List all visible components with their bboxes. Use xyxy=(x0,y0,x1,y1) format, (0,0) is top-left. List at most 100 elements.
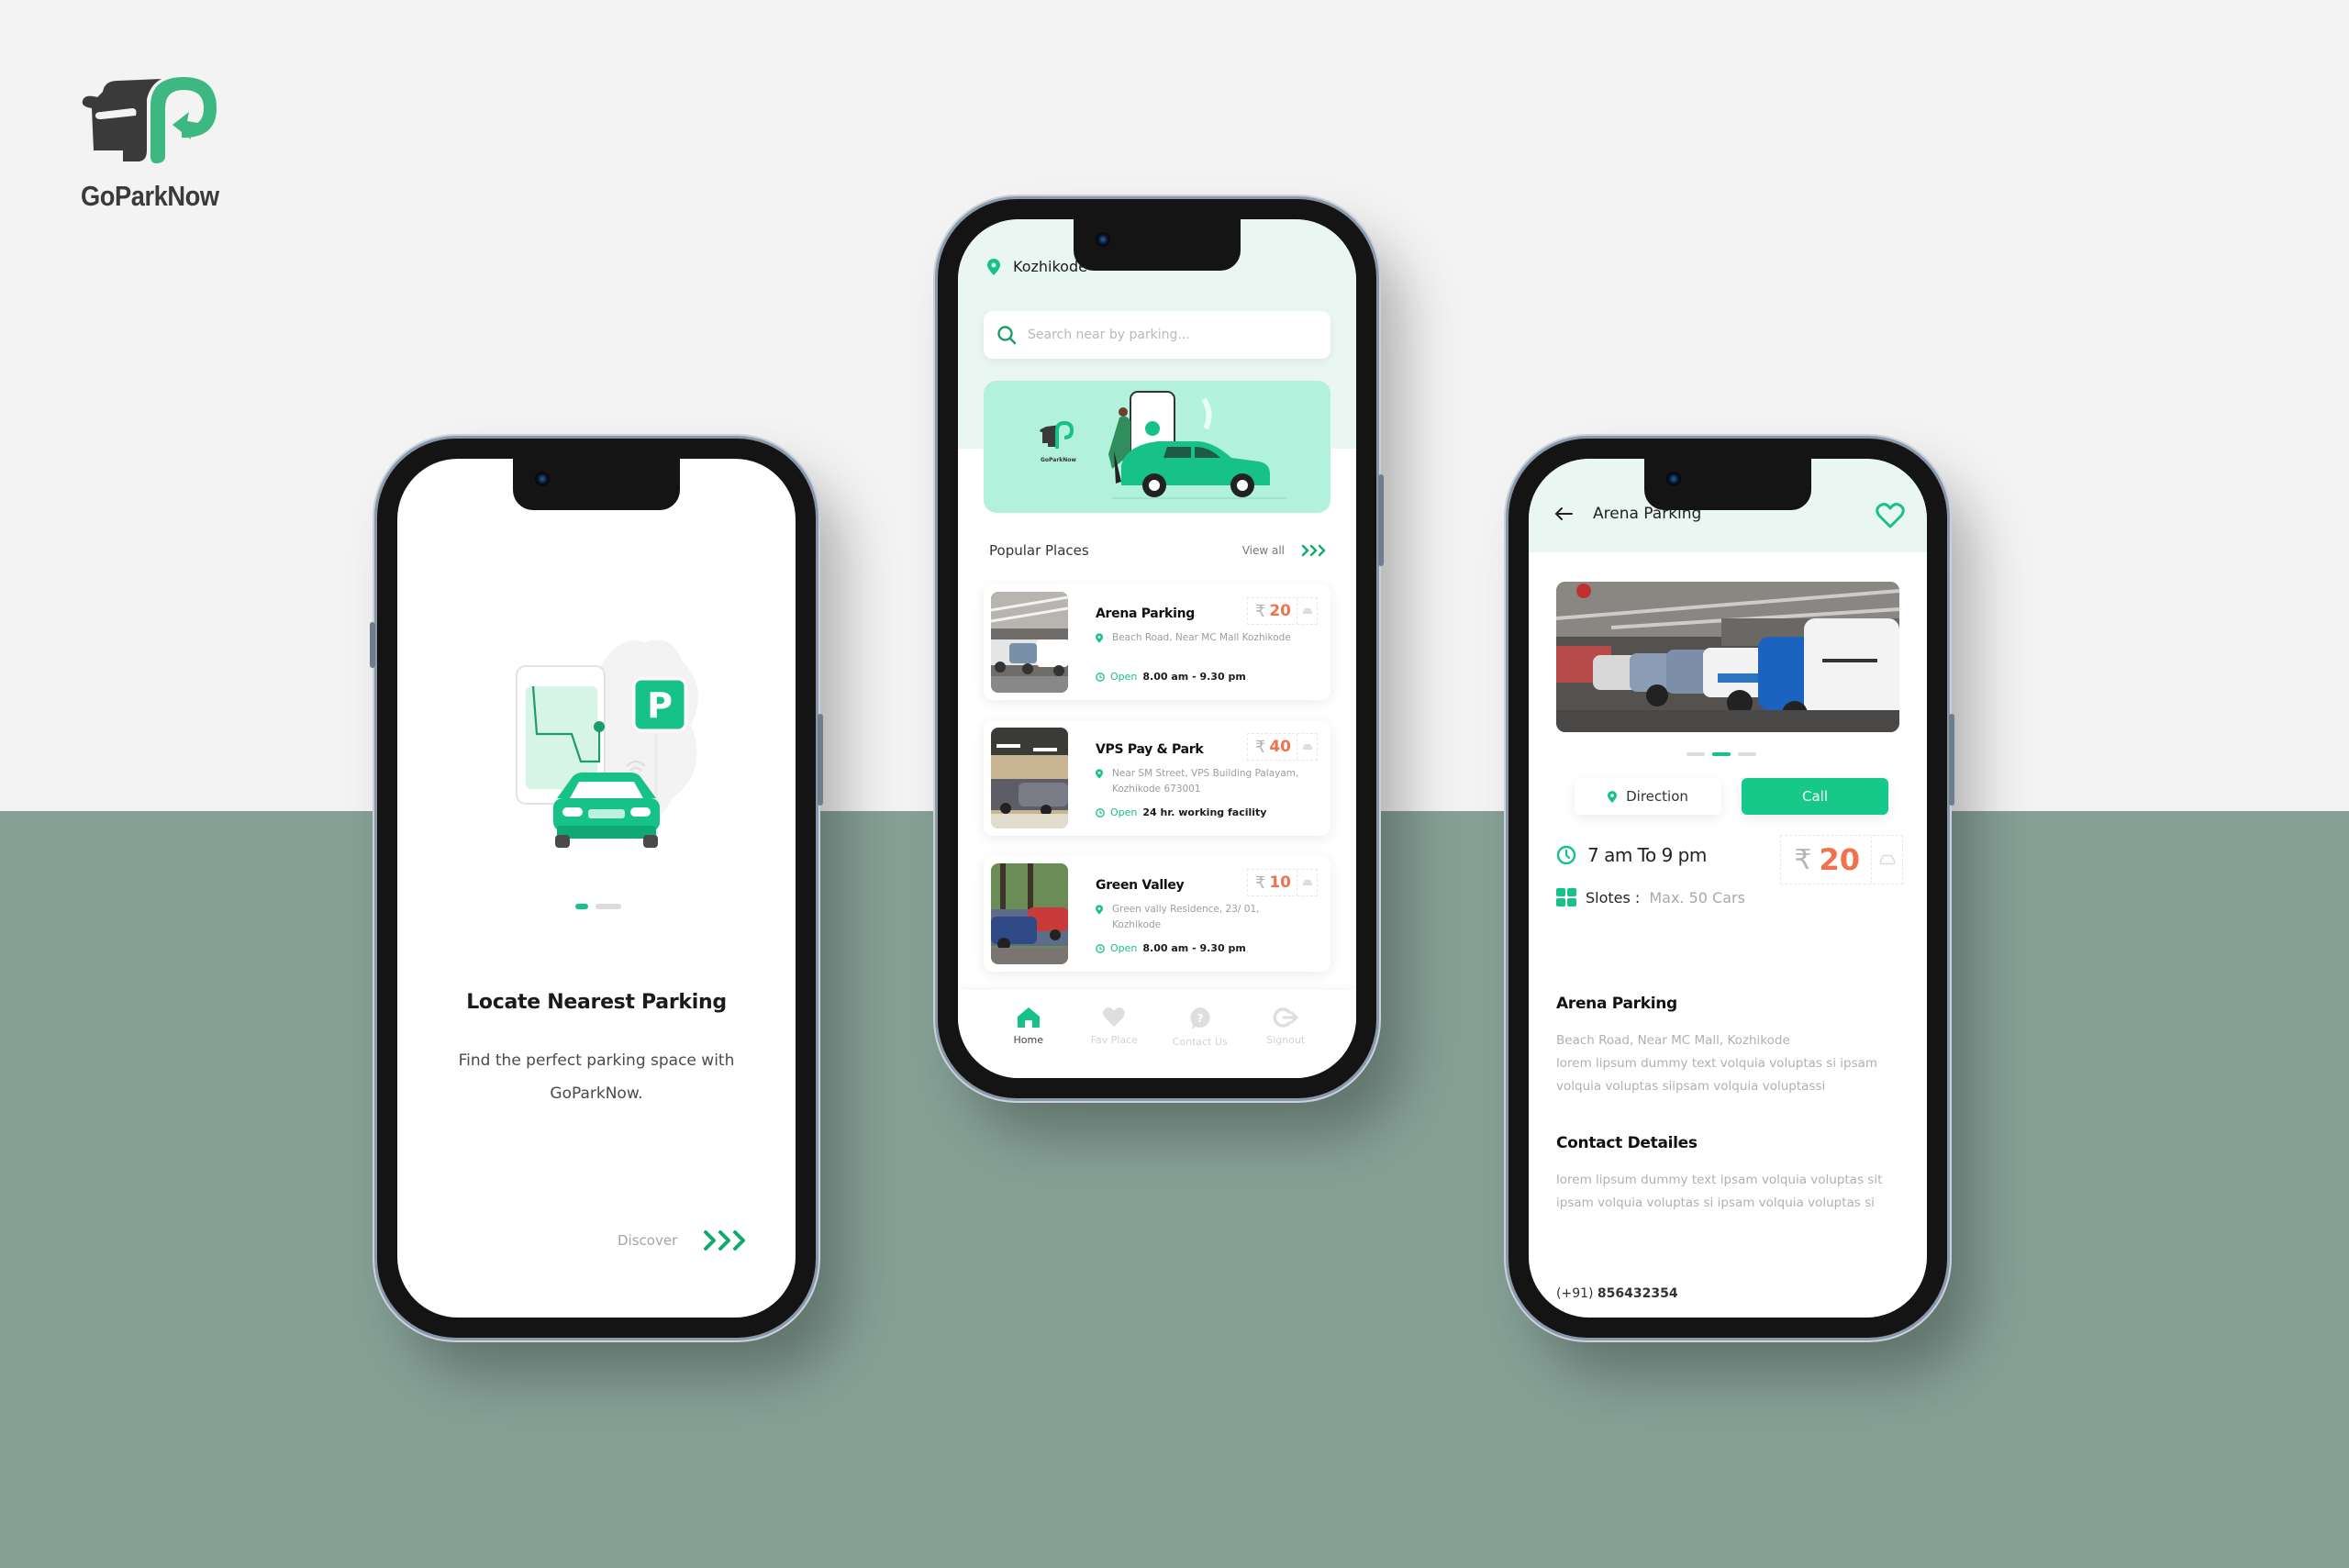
nav-label: Contact Us xyxy=(1172,1036,1228,1048)
opening-hours: 7 am To 9 pm xyxy=(1556,844,1707,866)
price-amount: 10 xyxy=(1269,873,1291,892)
place-name: VPS Pay & Park xyxy=(1096,742,1204,757)
location-selector[interactable]: Kozhikode xyxy=(987,258,1087,275)
place-card[interactable]: Arena Parking ₹ 20 Beach Road, Near MC M… xyxy=(984,584,1330,700)
side-button xyxy=(1378,474,1384,566)
place-address: Green vally Residence, 23/ 01, Kozhikode xyxy=(1096,902,1307,933)
car-icon xyxy=(1871,836,1902,884)
triple-chevron-right-icon xyxy=(704,1230,746,1251)
nav-label: Signout xyxy=(1266,1034,1306,1046)
side-button xyxy=(818,714,823,806)
nav-item-fav-place[interactable]: Fav Place xyxy=(1077,1006,1151,1078)
banner-illustration-icon: GoParkNow xyxy=(1040,391,1286,499)
carousel-dot[interactable] xyxy=(1687,752,1705,756)
car-icon xyxy=(1297,870,1317,895)
carousel-dot[interactable] xyxy=(1738,752,1756,756)
call-label: Call xyxy=(1801,788,1828,805)
svg-text:P: P xyxy=(647,685,673,726)
place-card[interactable]: VPS Pay & Park ₹ 40 Near SM Street, VPS … xyxy=(984,720,1330,836)
home-icon xyxy=(1017,1007,1040,1028)
clock-icon xyxy=(1096,807,1105,817)
place-name: Green Valley xyxy=(1096,878,1185,893)
discover-label: Discover xyxy=(618,1232,678,1249)
hours-text: 7 am To 9 pm xyxy=(1587,844,1707,866)
place-address: Near SM Street, VPS Building Palayam, Ko… xyxy=(1096,766,1307,797)
direction-button[interactable]: Direction xyxy=(1575,778,1721,815)
clock-icon xyxy=(1556,845,1576,865)
price-tag: ₹ 10 xyxy=(1246,869,1318,896)
brand-name: GoParkNow xyxy=(81,180,219,212)
nav-item-home[interactable]: Home xyxy=(992,1006,1065,1078)
promo-banner[interactable]: GoParkNow xyxy=(984,381,1330,513)
slots-grid-icon xyxy=(1556,888,1576,906)
location-pin-icon xyxy=(987,258,1000,275)
place-photo-indoor-parking[interactable] xyxy=(1556,582,1899,732)
onboarding-subtitle: Find the perfect parking space with GoPa… xyxy=(434,1044,759,1110)
carousel-dot-active[interactable] xyxy=(1712,752,1731,756)
phone-number: 856432354 xyxy=(1597,1286,1678,1301)
place-address: Beach Road, Near MC Mall Kozhikode xyxy=(1096,630,1307,646)
nav-label: Home xyxy=(1013,1034,1043,1046)
camera-icon xyxy=(1096,232,1110,247)
bottom-nav: Home Fav Place ? Contact Us Signout xyxy=(958,990,1356,1078)
direction-label: Direction xyxy=(1626,788,1688,805)
discover-button[interactable]: Discover xyxy=(618,1229,751,1251)
nav-label: Fav Place xyxy=(1090,1034,1138,1046)
notch xyxy=(513,459,680,510)
price-tag: ₹ 40 xyxy=(1246,733,1318,761)
location-pin-icon xyxy=(1608,790,1618,803)
location-pin-icon xyxy=(1096,905,1103,915)
search-bar[interactable] xyxy=(984,311,1330,359)
contact-description: lorem lipsum dummy text ipsam volquia vo… xyxy=(1556,1169,1905,1215)
search-icon xyxy=(997,326,1017,345)
location-pin-icon xyxy=(1096,633,1103,643)
description-line: volquia voluptas siipsam volquia volupta… xyxy=(1556,1079,1826,1094)
phone-detail: Arena Parking Direction Call 7 am To 9 p… xyxy=(1508,439,1954,1338)
clock-icon xyxy=(1096,672,1105,682)
status-badge: Open xyxy=(1110,942,1138,954)
hours-text: 8.00 am - 9.30 pm xyxy=(1142,942,1246,954)
search-input[interactable] xyxy=(1028,328,1303,342)
location-pin-icon xyxy=(1096,769,1103,779)
address-text: Near SM Street, VPS Building Palayam, Ko… xyxy=(1112,768,1299,795)
home-screen: Kozhikode GoParkNow xyxy=(958,219,1356,1078)
pager-dot-active[interactable] xyxy=(575,904,588,909)
svg-text:?: ? xyxy=(1197,1012,1203,1025)
price-amount: 40 xyxy=(1269,738,1291,756)
description-line: lorem lipsum dummy text ipsam volquia vo… xyxy=(1556,1173,1883,1187)
section-title: Popular Places xyxy=(989,542,1089,559)
price-tag: ₹ 20 xyxy=(1246,597,1318,625)
side-button xyxy=(370,622,375,668)
rupee-icon: ₹ xyxy=(1254,873,1266,893)
status-badge: Open xyxy=(1110,671,1138,683)
description-line: lorem lipsum dummy text volquia voluptas… xyxy=(1556,1056,1878,1071)
camera-icon xyxy=(535,472,550,486)
onboarding-pager xyxy=(575,904,621,909)
notch xyxy=(1074,219,1241,271)
pager-dot[interactable] xyxy=(596,904,621,909)
slots-label: Slotes : xyxy=(1586,888,1641,906)
nav-item-contact-us[interactable]: ? Contact Us xyxy=(1163,1006,1237,1078)
back-arrow-icon[interactable] xyxy=(1554,506,1573,521)
hours-text: 24 hr. working facility xyxy=(1142,806,1267,818)
view-all-link[interactable]: View all xyxy=(1242,544,1329,557)
phone-number-link[interactable]: (+91) 856432354 xyxy=(1556,1286,1678,1301)
view-all-label: View all xyxy=(1241,544,1285,557)
notch xyxy=(1644,459,1811,510)
hours-text: 8.00 am - 9.30 pm xyxy=(1142,671,1246,683)
slots-value: Max. 50 Cars xyxy=(1649,888,1745,906)
place-hours: Open 24 hr. working facility xyxy=(1096,806,1266,818)
photo-carousel-indicator xyxy=(1687,752,1756,756)
nav-item-signout[interactable]: Signout xyxy=(1249,1006,1322,1078)
call-button[interactable]: Call xyxy=(1742,778,1888,815)
place-thumbnail-indoor-parking xyxy=(991,592,1068,693)
svg-text:GoParkNow: GoParkNow xyxy=(1041,457,1076,463)
favorite-heart-icon[interactable] xyxy=(1876,503,1905,528)
phone-prefix: (+91) xyxy=(1556,1286,1594,1301)
place-hours: Open 8.00 am - 9.30 pm xyxy=(1096,942,1246,954)
place-card[interactable]: Green Valley ₹ 10 Green vally Residence,… xyxy=(984,856,1330,972)
triple-chevron-right-icon xyxy=(1301,544,1326,557)
signout-icon xyxy=(1273,1007,1299,1028)
goparknow-logo-icon xyxy=(82,77,217,163)
car-icon xyxy=(1297,598,1317,624)
